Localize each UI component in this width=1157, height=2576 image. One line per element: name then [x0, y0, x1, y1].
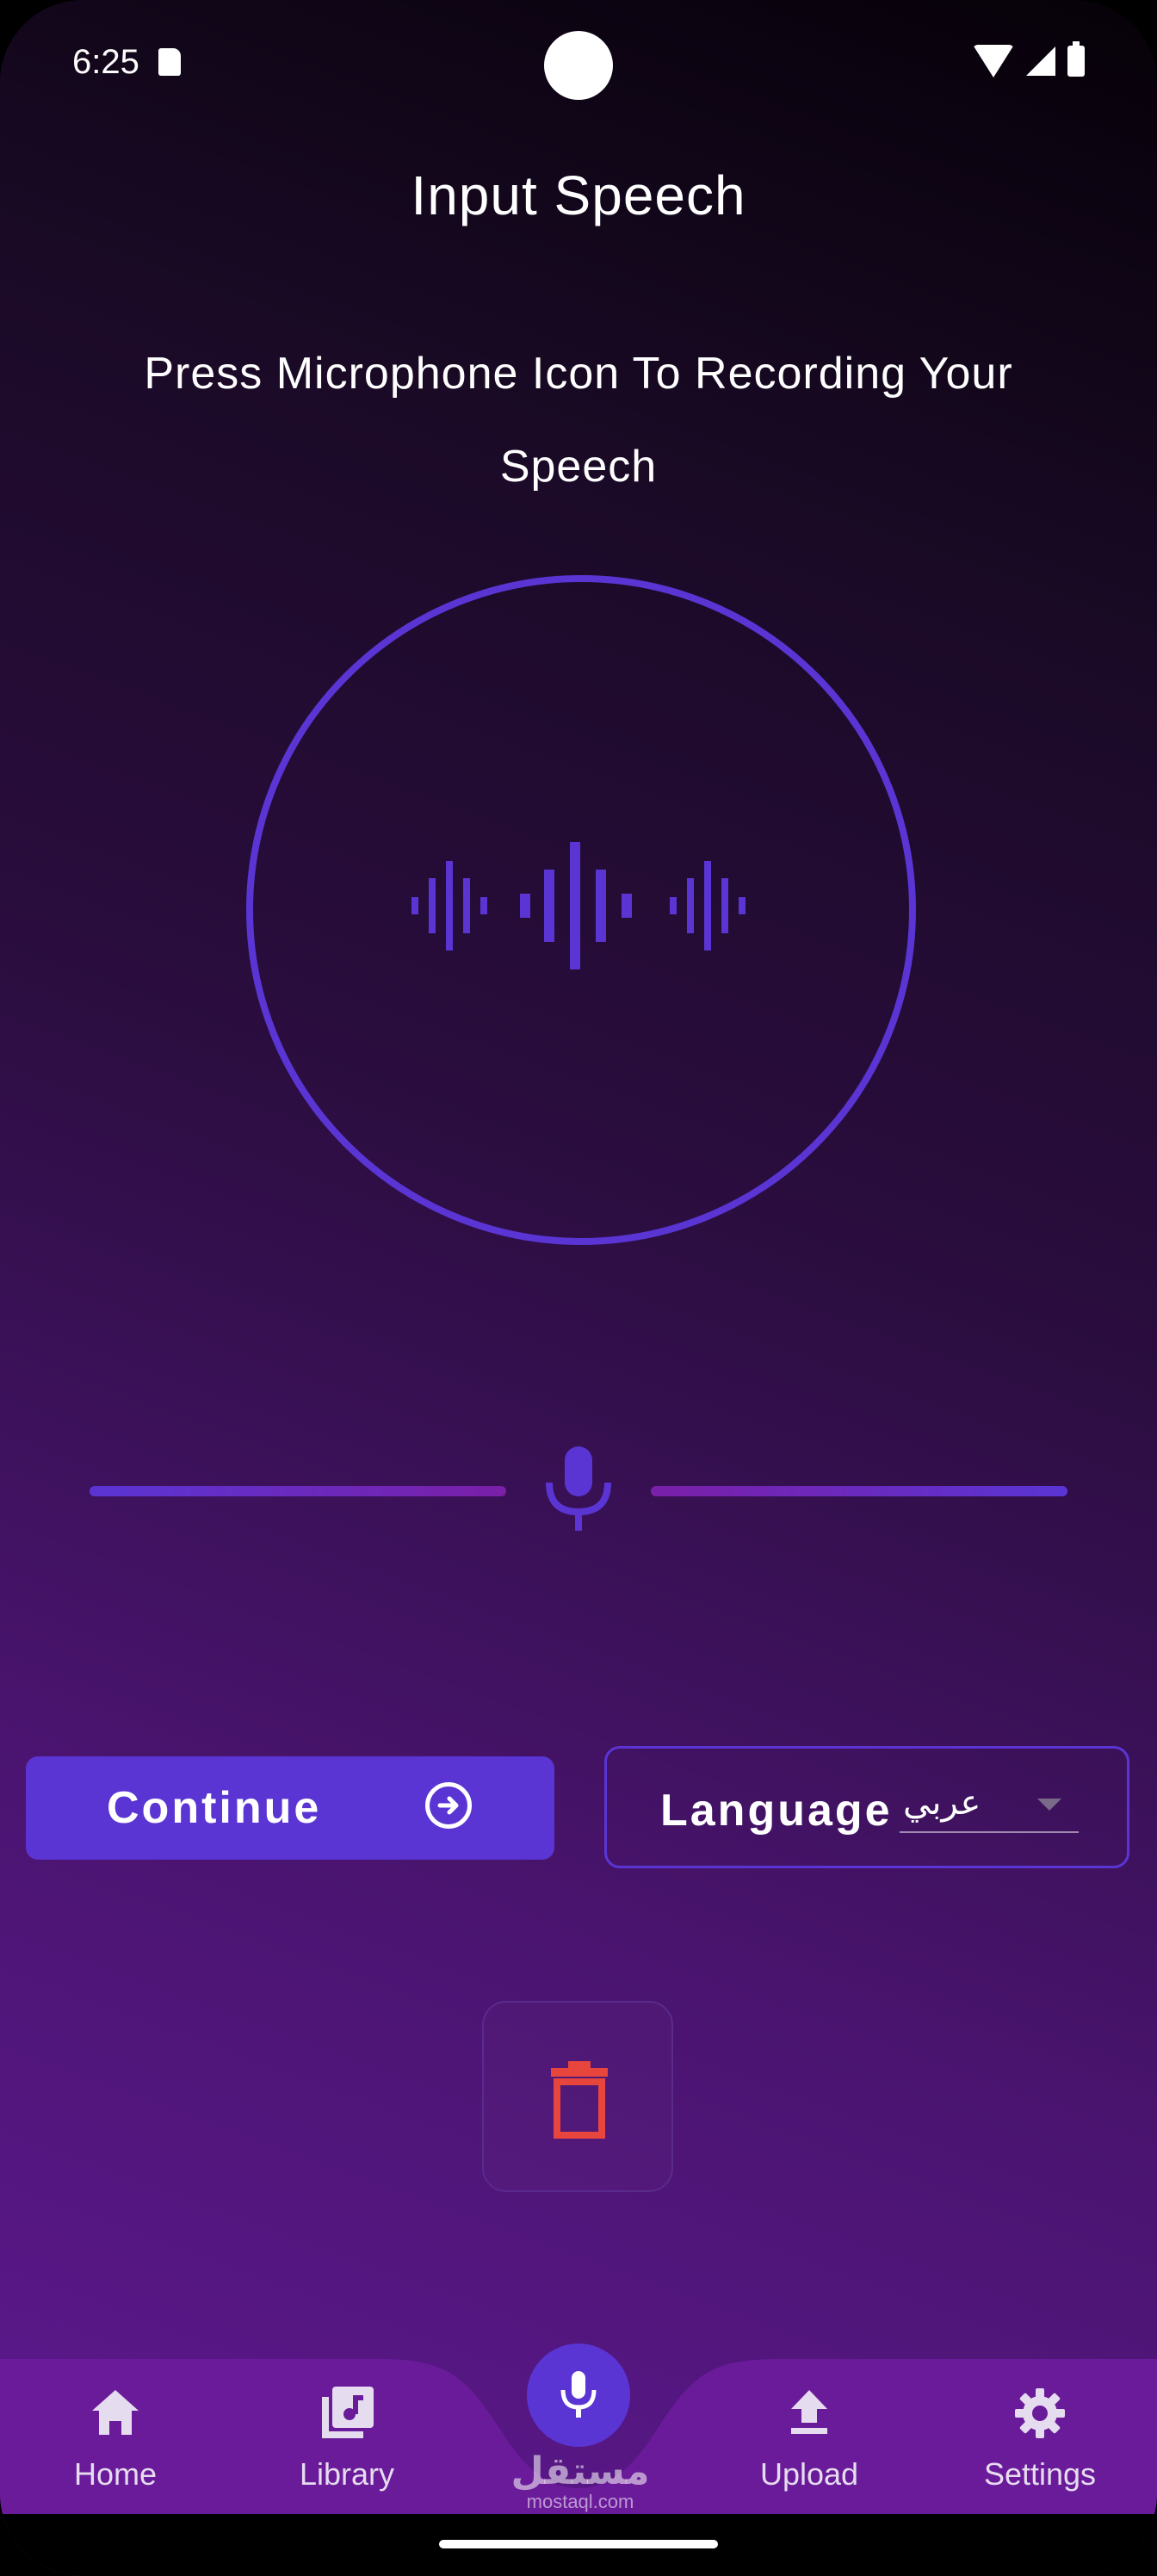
screen: 6:25 Input Speech Press Microphone Icon …	[0, 0, 1157, 2576]
home-icon	[92, 2390, 139, 2435]
level-line-left	[90, 1486, 506, 1496]
continue-button[interactable]: Continue	[26, 1756, 554, 1860]
page-title: Input Speech	[411, 164, 746, 226]
home-indicator[interactable]	[439, 2540, 718, 2548]
continue-label: Continue	[107, 1783, 322, 1833]
status-icons	[973, 41, 1085, 77]
language-label: Language	[660, 1786, 893, 1836]
waveform-icon	[411, 842, 746, 969]
microphone-icon[interactable]	[542, 1446, 615, 1533]
gear-icon	[1015, 2388, 1065, 2438]
library-music-icon	[322, 2387, 374, 2438]
nav-home[interactable]: Home	[46, 2383, 184, 2492]
arrow-right-circle-icon	[425, 1782, 472, 1829]
microphone-icon	[560, 2371, 597, 2418]
nav-upload-label: Upload	[759, 2456, 859, 2492]
level-line-right	[651, 1486, 1067, 1496]
nav-settings-label: Settings	[983, 2456, 1097, 2492]
record-fab-button[interactable]	[527, 2344, 630, 2447]
instructions-text: Press Microphone Icon To Recording Your …	[144, 349, 1013, 492]
camera-cutout	[544, 31, 613, 100]
nav-settings[interactable]: Settings	[971, 2383, 1109, 2492]
nav-home-label: Home	[73, 2456, 158, 2492]
language-dropdown[interactable]: عربي	[900, 1774, 1079, 1833]
delete-button[interactable]	[482, 2001, 673, 2192]
battery-icon	[1067, 41, 1085, 77]
status-time: 6:25	[72, 43, 139, 81]
chevron-down-icon	[1037, 1799, 1061, 1811]
language-value: عربي	[903, 1783, 981, 1823]
nav-upload[interactable]: Upload	[740, 2383, 878, 2492]
sd-card-icon	[158, 48, 181, 76]
upload-icon	[791, 2390, 827, 2434]
nav-library-label: Library	[299, 2456, 395, 2492]
watermark-logo: مستقل mostaql.com	[510, 2449, 650, 2512]
wifi-icon	[973, 45, 1014, 77]
trash-icon	[551, 2061, 608, 2139]
signal-icon	[1026, 46, 1055, 76]
language-selector: Language عربي	[604, 1746, 1129, 1868]
nav-library[interactable]: Library	[278, 2383, 416, 2492]
